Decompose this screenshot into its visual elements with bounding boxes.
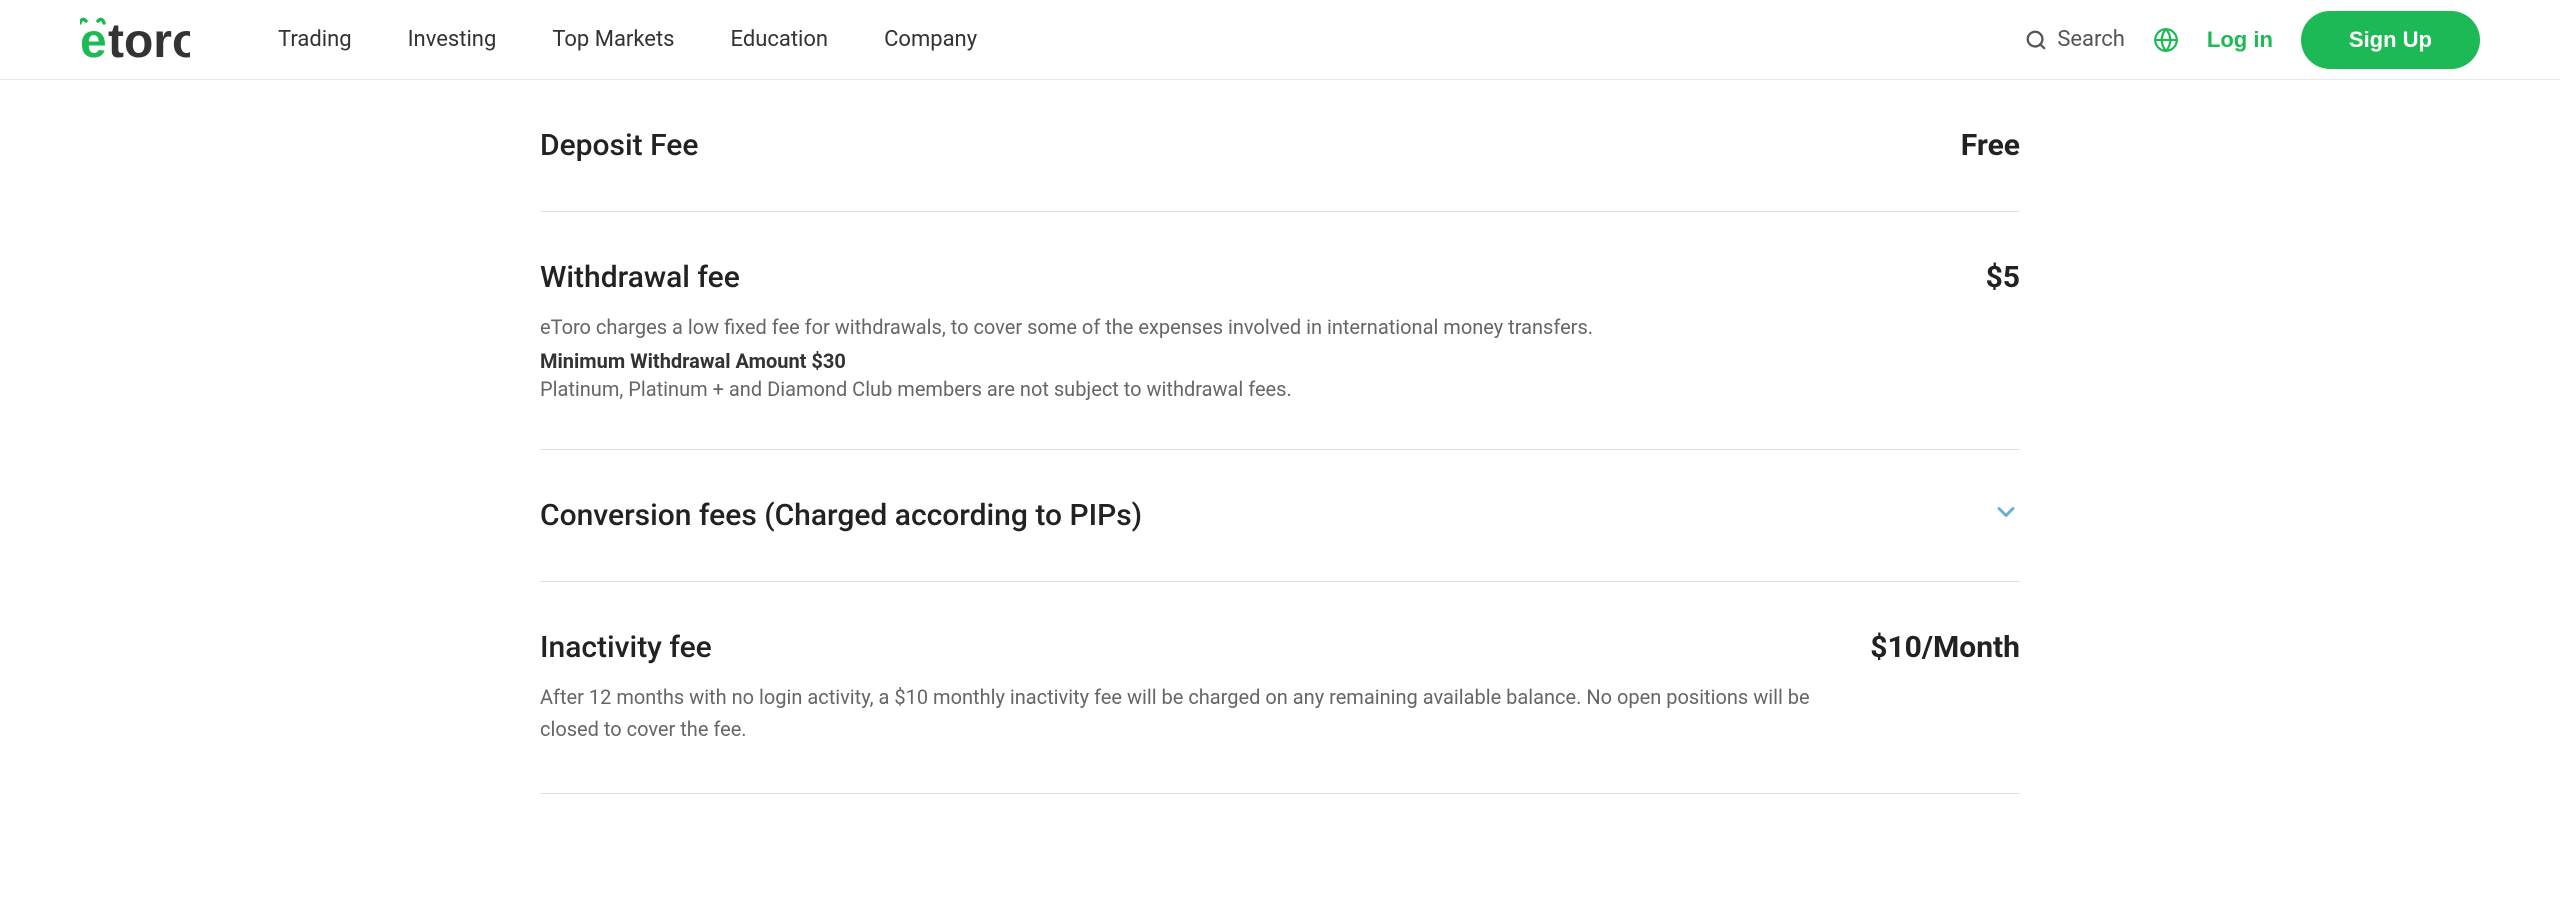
nav-links: Trading Investing Top Markets Education … — [250, 0, 2025, 80]
fee-right-inactivity: $10/Month — [1860, 630, 2020, 665]
signup-button[interactable]: Sign Up — [2301, 11, 2480, 69]
login-button[interactable]: Log in — [2207, 27, 2273, 53]
svg-text:toro: toro — [108, 15, 190, 65]
fee-right-withdrawal: $5 — [1860, 260, 2020, 295]
nav-item-company[interactable]: Company — [856, 0, 1005, 80]
inactivity-fee-value: $10/Month — [1870, 630, 2020, 665]
fee-row-conversion: Conversion fees (Charged according to PI… — [540, 450, 2020, 582]
fee-row-withdrawal: Withdrawal fee eToro charges a low fixed… — [540, 212, 2020, 450]
fee-left-deposit: Deposit Fee — [540, 128, 1860, 163]
conversion-fee-title: Conversion fees (Charged according to PI… — [540, 498, 1860, 533]
nav-item-trading[interactable]: Trading — [250, 0, 380, 80]
fee-left-conversion: Conversion fees (Charged according to PI… — [540, 498, 1860, 533]
withdrawal-fee-desc-3: Platinum, Platinum + and Diamond Club me… — [540, 377, 1860, 401]
etoro-logo[interactable]: e toro — [80, 15, 190, 65]
fee-left-inactivity: Inactivity fee After 12 months with no l… — [540, 630, 1860, 745]
deposit-fee-title: Deposit Fee — [540, 128, 1860, 163]
withdrawal-fee-desc-2: Minimum Withdrawal Amount $30 — [540, 349, 1860, 373]
withdrawal-fee-value: $5 — [1986, 260, 2020, 295]
deposit-fee-value: Free — [1961, 128, 2020, 163]
fee-right-deposit: Free — [1860, 128, 2020, 163]
nav-right: Search Log in Sign Up — [2025, 11, 2480, 69]
fee-row-deposit: Deposit Fee Free — [540, 80, 2020, 212]
fee-left-withdrawal: Withdrawal fee eToro charges a low fixed… — [540, 260, 1860, 401]
inactivity-fee-title: Inactivity fee — [540, 630, 1860, 665]
chevron-down-icon[interactable] — [1992, 498, 2020, 533]
navbar: e toro Trading Investing Top Markets Edu… — [0, 0, 2560, 80]
globe-icon[interactable] — [2153, 27, 2179, 53]
withdrawal-fee-title: Withdrawal fee — [540, 260, 1860, 295]
search-area[interactable]: Search — [2025, 27, 2125, 52]
fee-row-inactivity: Inactivity fee After 12 months with no l… — [540, 582, 2020, 794]
withdrawal-fee-desc-1: eToro charges a low fixed fee for withdr… — [540, 311, 1860, 343]
inactivity-fee-desc-1: After 12 months with no login activity, … — [540, 681, 1860, 745]
nav-item-top-markets[interactable]: Top Markets — [524, 0, 702, 80]
nav-item-education[interactable]: Education — [703, 0, 857, 80]
search-icon — [2025, 29, 2047, 51]
main-content: Deposit Fee Free Withdrawal fee eToro ch… — [380, 80, 2180, 794]
nav-item-investing[interactable]: Investing — [380, 0, 525, 80]
fee-right-conversion[interactable] — [1860, 498, 2020, 533]
search-label: Search — [2057, 27, 2125, 52]
